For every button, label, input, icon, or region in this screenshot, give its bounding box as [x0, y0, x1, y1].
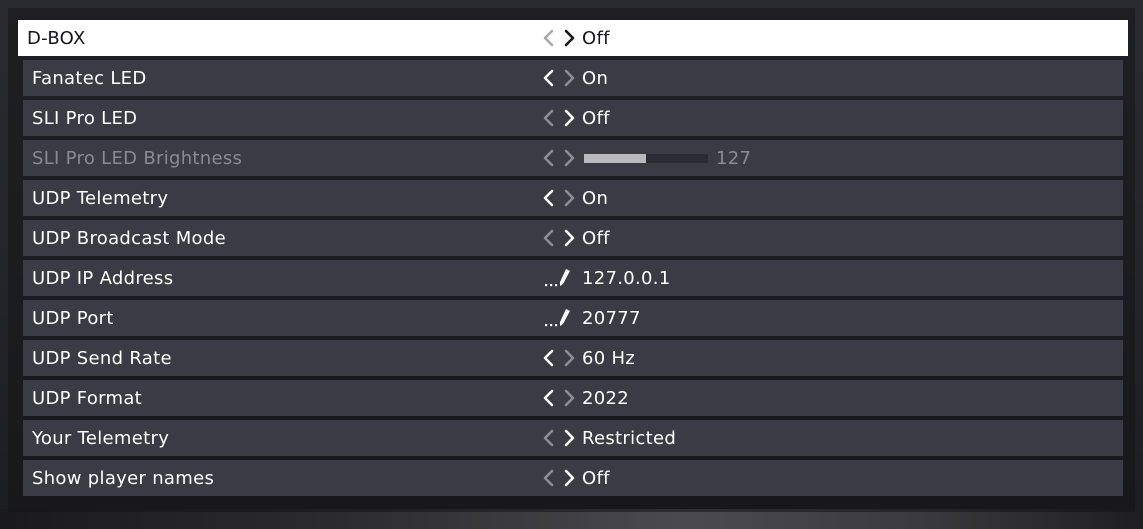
slider-fill: [584, 153, 646, 163]
option-arrows[interactable]: [542, 180, 582, 216]
option-arrows[interactable]: [542, 140, 582, 176]
brightness-slider[interactable]: [584, 153, 708, 163]
setting-label: UDP IP Address: [32, 267, 174, 289]
chevron-right-icon[interactable]: [562, 428, 576, 448]
setting-row-d-box[interactable]: D-BOX Off: [18, 20, 1128, 56]
background-scenery: [0, 509, 1143, 529]
setting-control[interactable]: 60 Hz: [542, 340, 635, 376]
setting-row-sli-pro-led-brightness: SLI Pro LED Brightness 127: [23, 140, 1123, 176]
setting-label: UDP Broadcast Mode: [32, 227, 226, 249]
setting-row-sli-pro-led[interactable]: SLI Pro LED Off: [23, 100, 1123, 136]
setting-control[interactable]: Restricted: [542, 420, 676, 456]
chevron-left-icon[interactable]: [542, 388, 556, 408]
option-arrows[interactable]: [542, 380, 582, 416]
setting-row-udp-format[interactable]: UDP Format 2022: [23, 380, 1123, 416]
chevron-right-icon[interactable]: [562, 148, 576, 168]
setting-control[interactable]: On: [542, 180, 608, 216]
setting-value: 127.0.0.1: [582, 267, 671, 289]
option-arrows[interactable]: [542, 340, 582, 376]
setting-label: Fanatec LED: [32, 67, 147, 89]
setting-control[interactable]: 127.0.0.1: [542, 260, 671, 296]
chevron-right-icon[interactable]: [562, 108, 576, 128]
setting-control[interactable]: Off: [542, 100, 610, 136]
option-arrows[interactable]: [542, 60, 582, 96]
chevron-left-icon[interactable]: [542, 148, 556, 168]
edit-field-button[interactable]: [542, 260, 582, 296]
setting-value: On: [582, 187, 609, 209]
setting-label: UDP Send Rate: [32, 347, 172, 369]
setting-row-your-telemetry[interactable]: Your Telemetry Restricted: [23, 420, 1123, 456]
option-arrows[interactable]: [542, 420, 582, 456]
setting-value: Off: [582, 467, 610, 489]
setting-control[interactable]: On: [542, 60, 608, 96]
setting-label: SLI Pro LED: [32, 107, 138, 129]
option-arrows[interactable]: [542, 220, 582, 256]
chevron-right-icon[interactable]: [562, 348, 576, 368]
setting-control[interactable]: 20777: [542, 300, 641, 336]
setting-label: UDP Format: [32, 387, 143, 409]
setting-row-udp-broadcast-mode[interactable]: UDP Broadcast Mode Off: [23, 220, 1123, 256]
setting-label: SLI Pro LED Brightness: [32, 147, 243, 169]
pencil-edit-icon[interactable]: [542, 307, 574, 329]
setting-label: UDP Port: [32, 307, 114, 329]
setting-label: D-BOX: [27, 27, 86, 49]
setting-label: Your Telemetry: [32, 427, 170, 449]
option-arrows[interactable]: [542, 100, 582, 136]
setting-control[interactable]: Off: [542, 220, 610, 256]
setting-value: 2022: [582, 387, 630, 409]
chevron-left-icon[interactable]: [542, 468, 556, 488]
setting-value: Restricted: [582, 427, 677, 449]
setting-row-udp-port[interactable]: UDP Port 20777: [23, 300, 1123, 336]
option-arrows[interactable]: [542, 460, 582, 496]
setting-row-udp-ip-address[interactable]: UDP IP Address 127.0.0.1: [23, 260, 1123, 296]
chevron-right-icon[interactable]: [562, 28, 576, 48]
chevron-left-icon[interactable]: [542, 68, 556, 88]
edit-field-button[interactable]: [542, 300, 582, 336]
chevron-left-icon[interactable]: [542, 188, 556, 208]
chevron-left-icon[interactable]: [542, 228, 556, 248]
setting-row-udp-telemetry[interactable]: UDP Telemetry On: [23, 180, 1123, 216]
chevron-left-icon[interactable]: [542, 348, 556, 368]
option-arrows[interactable]: [542, 20, 582, 56]
setting-row-show-player-names[interactable]: Show player names Off: [23, 460, 1123, 496]
setting-label: Show player names: [32, 467, 215, 489]
chevron-right-icon[interactable]: [562, 228, 576, 248]
setting-value: Off: [582, 27, 610, 49]
setting-value: 20777: [582, 307, 641, 329]
setting-control[interactable]: Off: [542, 20, 610, 56]
chevron-left-icon[interactable]: [542, 428, 556, 448]
setting-value: 60 Hz: [582, 347, 636, 369]
pencil-edit-icon[interactable]: [542, 267, 574, 289]
chevron-left-icon[interactable]: [542, 28, 556, 48]
chevron-right-icon[interactable]: [562, 468, 576, 488]
chevron-right-icon[interactable]: [562, 388, 576, 408]
setting-label: UDP Telemetry: [32, 187, 169, 209]
setting-value: On: [582, 67, 609, 89]
setting-control[interactable]: 2022: [542, 380, 629, 416]
chevron-right-icon[interactable]: [562, 68, 576, 88]
setting-value: Off: [582, 227, 610, 249]
setting-control[interactable]: Off: [542, 460, 610, 496]
chevron-left-icon[interactable]: [542, 108, 556, 128]
setting-control: 127: [542, 140, 751, 176]
chevron-right-icon[interactable]: [562, 188, 576, 208]
setting-value: 127: [716, 147, 752, 169]
setting-value: Off: [582, 107, 610, 129]
setting-row-fanatec-led[interactable]: Fanatec LED On: [23, 60, 1123, 96]
setting-row-udp-send-rate[interactable]: UDP Send Rate 60 Hz: [23, 340, 1123, 376]
